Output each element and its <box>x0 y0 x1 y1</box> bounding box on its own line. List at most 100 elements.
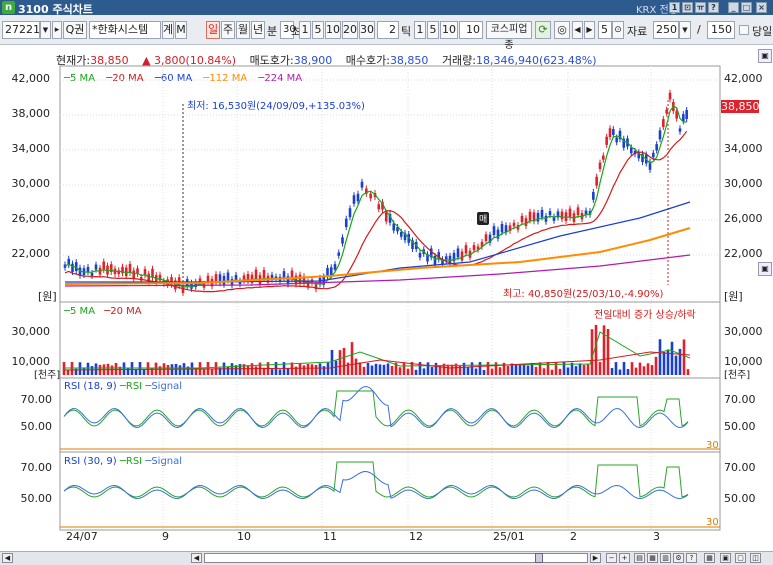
volume-bar <box>286 367 290 375</box>
tick-10-button[interactable]: 10 <box>440 21 458 39</box>
next-icon[interactable]: ▶ <box>584 21 595 39</box>
tick-5-button[interactable]: 5 <box>427 21 439 39</box>
tick-input[interactable]: 2 <box>377 21 399 39</box>
search-button[interactable]: Q권 <box>63 21 87 39</box>
close-icon[interactable]: × <box>756 2 767 13</box>
candle-body <box>504 225 508 233</box>
scroll-right-icon[interactable]: ▶ <box>590 553 601 563</box>
volume-bar <box>498 367 502 375</box>
volume-bar <box>494 362 498 375</box>
minute-10-button[interactable]: 10 <box>325 21 341 39</box>
refresh-icon[interactable]: ⟳ <box>535 21 551 39</box>
rsi2-tick: 50.00 <box>724 492 756 505</box>
minute-20-button[interactable]: 20 <box>342 21 358 39</box>
gye-button[interactable]: 계 <box>162 21 174 39</box>
scroll-left-icon[interactable]: ◀ <box>191 553 202 563</box>
today-checkbox[interactable] <box>739 25 749 35</box>
fullscreen-icon[interactable]: ◫ <box>750 553 761 563</box>
tab-year[interactable]: 년 <box>251 21 265 39</box>
copy-icon[interactable]: ▥ <box>660 553 671 563</box>
candle-body <box>102 261 106 271</box>
volume-bar <box>446 364 450 375</box>
volume-bar <box>634 367 638 375</box>
candle-body <box>472 245 476 251</box>
stock-code-input[interactable]: 272210 <box>2 21 47 39</box>
index-select[interactable]: 코스피업종 <box>486 21 532 51</box>
candle-body <box>433 255 437 265</box>
minute-5-button[interactable]: 5 <box>312 21 324 39</box>
volume-bar <box>270 369 274 375</box>
expand-icon[interactable]: ▢ <box>735 553 746 563</box>
tile-icon[interactable]: ▣ <box>720 553 731 563</box>
candle-body <box>174 280 177 290</box>
volume-tick: 30,000 <box>11 325 51 338</box>
grid-icon[interactable]: ▦ <box>704 553 715 563</box>
help-icon[interactable]: ? <box>708 2 719 13</box>
pin-icon[interactable]: 1 <box>669 2 680 13</box>
minimize-icon[interactable]: _ <box>728 2 739 13</box>
settings-icon[interactable]: ◎ <box>554 21 570 39</box>
candle-body <box>306 281 310 287</box>
zoom-out-icon[interactable]: − <box>606 553 617 563</box>
side-zoom-icon[interactable]: ▣ <box>758 262 772 276</box>
candle-body <box>658 130 662 140</box>
zoom-in-icon[interactable]: + <box>619 553 630 563</box>
volume-bar <box>570 362 574 375</box>
candle-body <box>348 208 352 218</box>
help-icon[interactable]: ? <box>686 553 697 563</box>
zoom-icon[interactable]: ⊙ <box>612 21 624 39</box>
candle-body <box>384 212 388 222</box>
price-tick: 38,000 <box>11 107 51 120</box>
config-icon[interactable]: ⚙ <box>673 553 684 563</box>
volume-bar <box>378 364 382 375</box>
code-next-icon[interactable]: ▸ <box>52 21 62 39</box>
volume-bar <box>186 366 190 375</box>
tick-custom-input[interactable]: 10 <box>459 21 483 39</box>
minute-30-button[interactable]: 30 <box>359 21 375 39</box>
candle-body <box>143 269 147 276</box>
m-button[interactable]: M <box>175 21 187 39</box>
volume-bar <box>214 362 218 375</box>
maximize-icon[interactable]: □ <box>741 2 752 13</box>
layout-icon[interactable]: ⊡ <box>682 2 693 13</box>
candle-body <box>302 276 306 284</box>
scroll-thumb[interactable] <box>535 553 543 563</box>
volume-bar <box>154 362 158 375</box>
prev-icon[interactable]: ◀ <box>572 21 583 39</box>
tab-day[interactable]: 일 <box>206 21 220 39</box>
tab-week[interactable]: 주 <box>221 21 235 39</box>
candle-body <box>476 246 480 250</box>
candle-body <box>341 237 344 244</box>
volume-bar <box>622 362 626 375</box>
volume-bar <box>398 367 402 375</box>
volume-bar <box>326 362 330 375</box>
print-icon[interactable]: ▤ <box>634 553 645 563</box>
horizontal-scrollbar[interactable] <box>204 553 588 563</box>
candle-body <box>452 252 456 262</box>
candle-body <box>552 216 556 221</box>
tab-month[interactable]: 월 <box>236 21 250 39</box>
minute-1-button[interactable]: 1 <box>299 21 311 39</box>
candle-body <box>71 263 74 272</box>
volume-legend: ─5 MA ─20 MA <box>64 306 142 317</box>
volume-bar <box>558 368 562 375</box>
volume-bar <box>238 364 242 375</box>
total-count-input[interactable]: 150 <box>707 21 735 39</box>
volume-note: 전일대비 증가 상승/하락 <box>594 310 696 321</box>
data-count-dropdown-icon[interactable]: ▼ <box>679 21 691 39</box>
side-settings-icon[interactable]: ▣ <box>758 49 772 63</box>
code-dropdown-icon[interactable]: ▼ <box>40 21 51 39</box>
ma-field[interactable]: 5 <box>598 21 612 39</box>
data-count-select[interactable]: 250 <box>653 21 679 39</box>
volume-bar <box>530 362 534 375</box>
scroll-left-icon[interactable]: ◀ <box>2 553 13 563</box>
volume-bar <box>518 364 522 375</box>
candle-body <box>441 259 444 265</box>
volume-bar <box>358 362 362 375</box>
flag-icon[interactable]: ㅠ <box>695 2 706 13</box>
tick-1-button[interactable]: 1 <box>414 21 426 39</box>
rsi1-bottom: 30 <box>706 440 719 451</box>
save-icon[interactable]: ▦ <box>647 553 658 563</box>
volume-bar <box>330 349 334 375</box>
stock-name-field[interactable]: *한화시스템 <box>89 21 161 39</box>
